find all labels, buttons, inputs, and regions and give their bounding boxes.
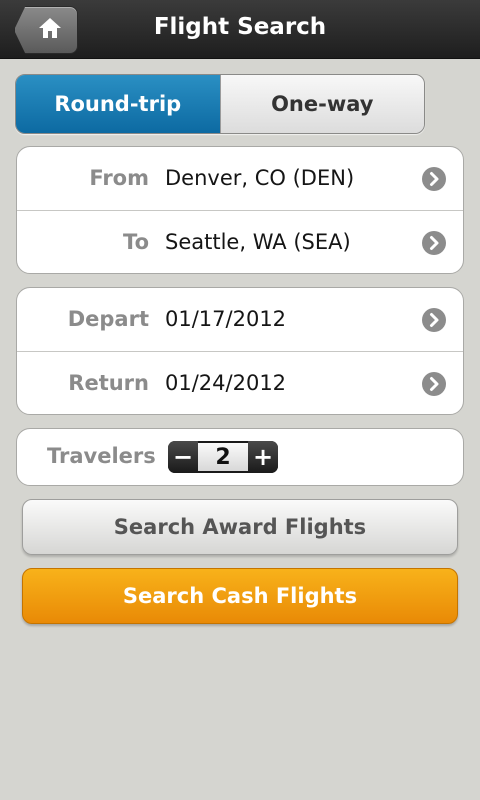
to-value: Seattle, WA (SEA) bbox=[165, 230, 351, 254]
one-way-tab[interactable]: One-way bbox=[219, 75, 424, 133]
increment-button[interactable]: + bbox=[248, 441, 278, 473]
chevron-right-icon bbox=[422, 372, 446, 396]
to-row[interactable]: To Seattle, WA (SEA) bbox=[17, 210, 463, 273]
depart-row[interactable]: Depart 01/17/2012 bbox=[17, 288, 463, 351]
from-value: Denver, CO (DEN) bbox=[165, 166, 355, 190]
trip-type-toggle: Round-trip One-way bbox=[15, 74, 425, 134]
from-label: From bbox=[89, 166, 149, 190]
title-bar: Flight Search bbox=[0, 0, 480, 59]
search-cash-flights-button[interactable]: Search Cash Flights bbox=[22, 568, 458, 624]
travelers-group: Travelers − 2 + bbox=[16, 428, 464, 486]
from-row[interactable]: From Denver, CO (DEN) bbox=[17, 147, 463, 210]
chevron-right-icon bbox=[422, 167, 446, 191]
travelers-stepper: − 2 + bbox=[168, 441, 278, 473]
to-label: To bbox=[123, 230, 149, 254]
dates-group: Depart 01/17/2012 Return 01/24/2012 bbox=[16, 287, 464, 415]
page-title: Flight Search bbox=[153, 14, 327, 40]
chevron-right-icon bbox=[422, 231, 446, 255]
route-group: From Denver, CO (DEN) To Seattle, WA (SE… bbox=[16, 146, 464, 274]
travelers-label: Travelers bbox=[47, 444, 156, 468]
depart-label: Depart bbox=[67, 307, 149, 331]
return-label: Return bbox=[68, 371, 149, 395]
decrement-button[interactable]: − bbox=[168, 441, 198, 473]
return-row[interactable]: Return 01/24/2012 bbox=[17, 351, 463, 414]
round-trip-tab[interactable]: Round-trip bbox=[16, 75, 220, 133]
return-value: 01/24/2012 bbox=[165, 371, 287, 395]
chevron-right-icon bbox=[422, 308, 446, 332]
depart-value: 01/17/2012 bbox=[165, 307, 287, 331]
travelers-count: 2 bbox=[198, 443, 248, 471]
search-award-flights-button[interactable]: Search Award Flights bbox=[22, 499, 458, 555]
